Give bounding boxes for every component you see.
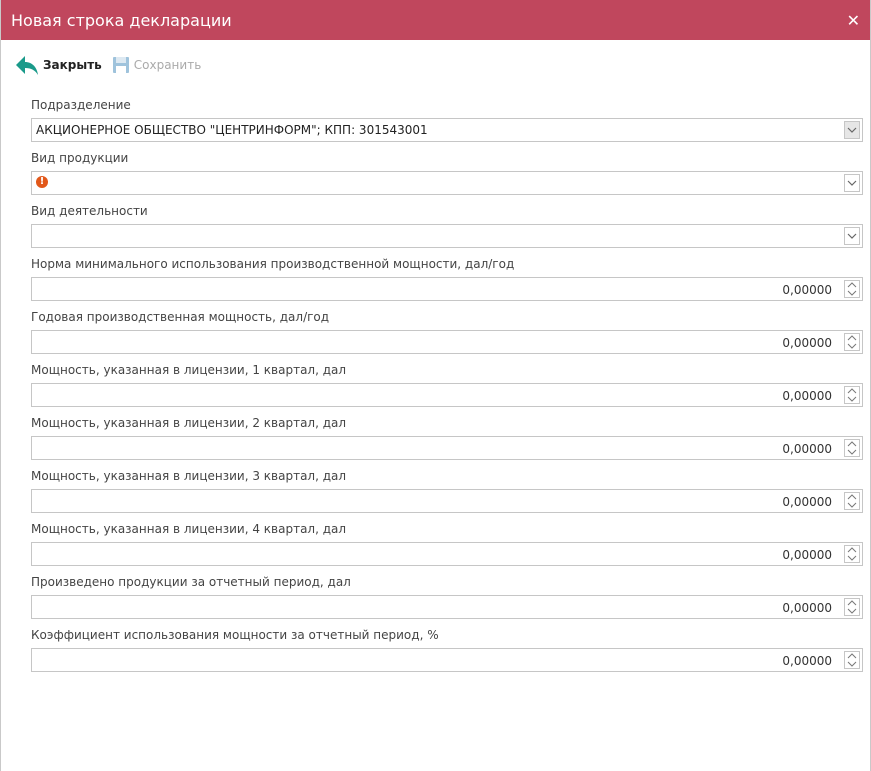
number-value: 0,00000: [782, 283, 832, 297]
produced-input[interactable]: 0,00000: [31, 595, 863, 619]
field-label: Мощность, указанная в лицензии, 1 кварта…: [31, 363, 347, 377]
field-min-capacity-norm: Норма минимального использования произво…: [31, 255, 863, 308]
spinner-icon[interactable]: [844, 439, 860, 457]
license-q3-input[interactable]: 0,00000: [31, 489, 863, 513]
number-value: 0,00000: [782, 601, 832, 615]
annual-capacity-input[interactable]: 0,00000: [31, 330, 863, 354]
select-value: АКЦИОНЕРНОЕ ОБЩЕСТВО "ЦЕНТРИНФОРМ"; КПП:…: [36, 123, 428, 137]
close-button-label: Закрыть: [43, 58, 102, 72]
field-label: Мощность, указанная в лицензии, 2 кварта…: [31, 416, 347, 430]
field-annual-capacity: Годовая производственная мощность, дал/г…: [31, 308, 863, 361]
field-subdivision: Подразделение АКЦИОНЕРНОЕ ОБЩЕСТВО "ЦЕНТ…: [31, 96, 863, 149]
license-q2-input[interactable]: 0,00000: [31, 436, 863, 460]
spinner-icon[interactable]: [844, 651, 860, 669]
number-value: 0,00000: [782, 548, 832, 562]
field-license-q3: Мощность, указанная в лицензии, 3 кварта…: [31, 467, 863, 520]
field-label: Годовая производственная мощность, дал/г…: [31, 310, 330, 324]
spinner-icon[interactable]: [844, 492, 860, 510]
close-button[interactable]: Закрыть: [15, 54, 102, 76]
dialog-title: Новая строка декларации: [11, 10, 232, 30]
save-button[interactable]: Сохранить: [112, 56, 202, 74]
spinner-icon[interactable]: [844, 386, 860, 404]
field-label: Мощность, указанная в лицензии, 3 кварта…: [31, 469, 347, 483]
activity-type-select[interactable]: [31, 224, 863, 248]
declaration-form: Подразделение АКЦИОНЕРНОЕ ОБЩЕСТВО "ЦЕНТ…: [31, 96, 863, 679]
field-license-q2: Мощность, указанная в лицензии, 2 кварта…: [31, 414, 863, 467]
spinner-icon[interactable]: [844, 545, 860, 563]
utilization-coef-input[interactable]: 0,00000: [31, 648, 863, 672]
number-value: 0,00000: [782, 442, 832, 456]
field-label: Коэффициент использования мощности за от…: [31, 628, 439, 642]
toolbar: Закрыть Сохранить: [1, 40, 870, 90]
license-q4-input[interactable]: 0,00000: [31, 542, 863, 566]
number-value: 0,00000: [782, 336, 832, 350]
spinner-icon[interactable]: [844, 280, 860, 298]
product-type-select[interactable]: !: [31, 171, 863, 195]
number-value: 0,00000: [782, 389, 832, 403]
chevron-down-icon[interactable]: [844, 121, 860, 139]
chevron-down-icon[interactable]: [844, 227, 860, 245]
floppy-disk-icon: [112, 57, 129, 73]
field-license-q4: Мощность, указанная в лицензии, 4 кварта…: [31, 520, 863, 573]
field-utilization-coef: Коэффициент использования мощности за от…: [31, 626, 863, 679]
license-q1-input[interactable]: 0,00000: [31, 383, 863, 407]
spinner-icon[interactable]: [844, 598, 860, 616]
number-value: 0,00000: [782, 495, 832, 509]
dialog-titlebar: Новая строка декларации ✕: [1, 0, 870, 40]
save-button-label: Сохранить: [133, 58, 202, 72]
field-activity-type: Вид деятельности: [31, 202, 863, 255]
back-arrow-icon: [16, 56, 38, 75]
field-label: Мощность, указанная в лицензии, 4 кварта…: [31, 522, 347, 536]
close-icon[interactable]: ✕: [847, 11, 860, 30]
field-label: Произведено продукции за отчетный период…: [31, 575, 351, 589]
chevron-down-icon[interactable]: [844, 174, 860, 192]
spinner-icon[interactable]: [844, 333, 860, 351]
exclamation-icon: !: [36, 176, 48, 188]
field-license-q1: Мощность, указанная в лицензии, 1 кварта…: [31, 361, 863, 414]
field-label: Вид деятельности: [31, 204, 148, 218]
min-capacity-norm-input[interactable]: 0,00000: [31, 277, 863, 301]
field-produced: Произведено продукции за отчетный период…: [31, 573, 863, 626]
subdivision-select[interactable]: АКЦИОНЕРНОЕ ОБЩЕСТВО "ЦЕНТРИНФОРМ"; КПП:…: [31, 118, 863, 142]
dialog-window: Новая строка декларации ✕ Закрыть Сохран…: [0, 0, 871, 771]
field-label: Подразделение: [31, 98, 131, 112]
field-product-type: Вид продукции !: [31, 149, 863, 202]
number-value: 0,00000: [782, 654, 832, 668]
field-label: Норма минимального использования произво…: [31, 257, 515, 271]
field-label: Вид продукции: [31, 151, 129, 165]
